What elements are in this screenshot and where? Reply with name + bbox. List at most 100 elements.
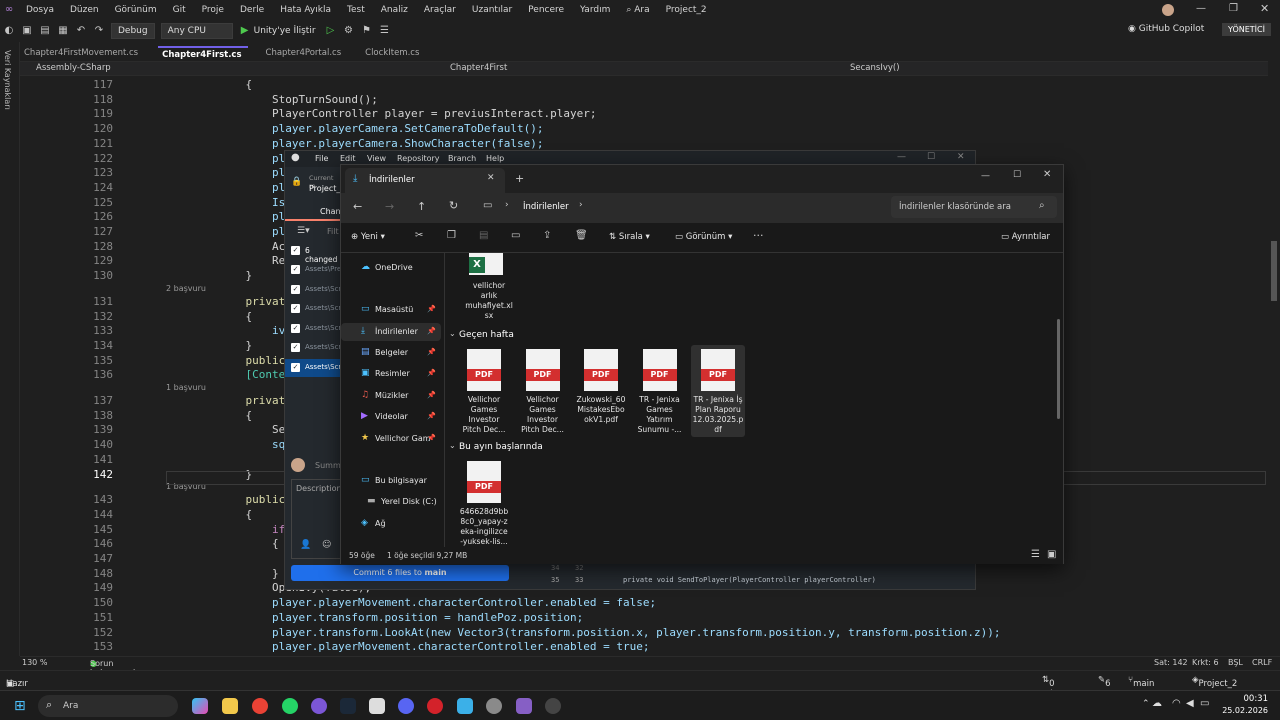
tab-clockitem[interactable]: ClockItem.cs: [361, 46, 425, 61]
undo-icon[interactable]: ↶: [74, 24, 88, 38]
sort-button[interactable]: ⇅ Sırala ▾: [609, 232, 650, 242]
code-text[interactable]: {: [166, 409, 252, 422]
repo-status[interactable]: ◈ Project_2: [1192, 675, 1237, 689]
reference-count[interactable]: 2 başvuru: [166, 284, 206, 293]
code-text[interactable]: player.transform.LookAt(new Vector3(tran…: [166, 626, 1001, 639]
tab-close-icon[interactable]: ✕: [487, 173, 495, 183]
chrome-app-icon[interactable]: [252, 698, 268, 714]
reference-count[interactable]: 1 başvuru: [166, 383, 206, 392]
back-arrow-icon[interactable]: ←: [353, 200, 362, 213]
file-checkbox[interactable]: ✓: [291, 343, 300, 352]
pin-icon[interactable]: 📌: [427, 369, 436, 377]
pin-icon[interactable]: 📌: [427, 391, 436, 399]
view-button[interactable]: ▭ Görünüm ▾: [675, 232, 732, 242]
tab-chapter4firstmovement[interactable]: Chapter4FirstMovement.cs: [20, 46, 144, 61]
config-select[interactable]: Debug: [111, 23, 155, 39]
group-last-week[interactable]: ⌄ Geçen hafta: [447, 329, 1047, 343]
discord-app-icon[interactable]: [398, 698, 414, 714]
redo-icon[interactable]: ↷: [92, 24, 106, 38]
open-icon[interactable]: ▤: [38, 24, 52, 38]
ghd-close-icon[interactable]: ✕: [957, 152, 965, 162]
clock-time[interactable]: 00:31: [1222, 694, 1269, 704]
minimize-icon[interactable]: —: [1196, 3, 1206, 14]
menu-window[interactable]: Pencere: [520, 5, 572, 15]
code-text[interactable]: }: [166, 269, 252, 282]
steam-app-icon[interactable]: [340, 698, 356, 714]
exp-close-icon[interactable]: ✕: [1043, 169, 1051, 180]
changed-file-row[interactable]: ✓ Assets\Scr: [285, 300, 341, 318]
comment-icon[interactable]: ☰: [378, 24, 392, 38]
nav-project[interactable]: Assembly-CSharp: [36, 63, 111, 73]
changed-file-row[interactable]: ✓ Assets\Scr: [285, 320, 341, 338]
menu-test[interactable]: Test: [339, 5, 373, 15]
code-text[interactable]: }: [166, 567, 279, 580]
maximize-icon[interactable]: ❐: [1229, 3, 1238, 14]
ghd-menu-view[interactable]: View: [367, 154, 386, 163]
nav-item[interactable]: ▤ Belgeler 📌: [341, 344, 441, 362]
up-arrow-icon[interactable]: ↑: [417, 200, 426, 213]
pin-icon[interactable]: 📌: [427, 412, 436, 420]
code-text[interactable]: player.transform.position = handlePoz.po…: [166, 611, 583, 624]
delete-icon[interactable]: 🗑: [575, 230, 588, 241]
code-text[interactable]: {: [166, 537, 279, 550]
changed-file-row[interactable]: ✓ Assets\Scr: [285, 358, 341, 377]
save-all-icon[interactable]: ▦: [56, 24, 70, 38]
changed-file-row[interactable]: ✓ Assets\Scr: [285, 339, 341, 357]
details-view-icon[interactable]: ☰: [1031, 549, 1040, 560]
code-text[interactable]: }: [166, 339, 252, 352]
nav-item[interactable]: ♫ Müzikler 📌: [341, 387, 441, 405]
platform-select[interactable]: Any CPU: [160, 23, 233, 39]
menu-analyze[interactable]: Analiz: [373, 5, 416, 15]
tiles-view-icon[interactable]: ▣: [1047, 549, 1056, 560]
eol-mode[interactable]: CRLF: [1252, 658, 1272, 667]
cloud-icon[interactable]: ☁: [1152, 698, 1162, 709]
select-all-checkbox[interactable]: ✓: [291, 246, 300, 255]
back-icon[interactable]: ◐: [2, 24, 16, 38]
exp-minimize-icon[interactable]: —: [981, 171, 990, 181]
pin-icon[interactable]: 📌: [427, 327, 436, 335]
code-text[interactable]: PlayerController player = previusInterac…: [166, 107, 597, 120]
emoji-icon[interactable]: ☺: [322, 540, 331, 550]
summary-input[interactable]: Summ: [315, 461, 341, 470]
rename-icon[interactable]: ▭: [511, 230, 520, 241]
opera-app-icon[interactable]: [427, 698, 443, 714]
current-repo[interactable]: 🔒 Current re Project_2: [285, 167, 345, 201]
vs-search[interactable]: ⌕ Ara: [618, 5, 657, 15]
nav-class[interactable]: Chapter4First: [450, 63, 507, 73]
ghd-menu-edit[interactable]: Edit: [340, 154, 356, 163]
more-icon[interactable]: ···: [753, 229, 764, 242]
tray-chevron-icon[interactable]: ⌃: [1142, 699, 1150, 709]
menu-git[interactable]: Git: [165, 5, 194, 15]
start-icon[interactable]: ⊞: [14, 698, 26, 714]
nav-item[interactable]: ▣ Resimler 📌: [341, 365, 441, 383]
xlsx-file[interactable]: X vellichor arlık muhafiyet.xl sx: [459, 253, 519, 323]
whitespace-mode[interactable]: BŞL: [1228, 658, 1243, 667]
menu-debug[interactable]: Hata Ayıkla: [272, 5, 339, 15]
details-button[interactable]: ▭ Ayrıntılar: [1001, 232, 1050, 242]
file-checkbox[interactable]: ✓: [291, 362, 300, 372]
nav-item[interactable]: ▬ Yerel Disk (C:): [341, 493, 441, 511]
nav-member[interactable]: SecansIvy(): [850, 63, 900, 73]
nav-item[interactable]: ☁ OneDrive: [341, 259, 441, 277]
taskbar-search[interactable]: ⌕ Ara: [38, 695, 178, 717]
forward-arrow-icon[interactable]: →: [385, 200, 394, 213]
changed-file-row[interactable]: ✓ Assets\Scr: [285, 281, 341, 299]
pin-icon[interactable]: 📌: [427, 348, 436, 356]
menu-help[interactable]: Yardım: [572, 5, 618, 15]
content-scrollbar[interactable]: [1057, 319, 1060, 419]
commit-button[interactable]: Commit 6 files to main: [291, 565, 509, 581]
volume-icon[interactable]: ◀: [1186, 698, 1194, 709]
address-field[interactable]: ▭ › İndirilenler ›: [475, 196, 883, 218]
tab-downloads[interactable]: ⤓ İndirilenler ✕: [345, 168, 505, 193]
copy-icon[interactable]: ❐: [447, 230, 456, 241]
menu-edit[interactable]: Düzen: [62, 5, 107, 15]
nav-item[interactable]: ★ Vellichor Gam 📌: [341, 430, 441, 448]
new-file-icon[interactable]: ▣: [20, 24, 34, 38]
file-checkbox[interactable]: ✓: [291, 304, 300, 313]
new-tab-icon[interactable]: +: [515, 172, 524, 185]
avatar[interactable]: [1162, 4, 1174, 16]
file-explorer-app-icon[interactable]: [222, 698, 238, 714]
data-sources-label[interactable]: Veri Kaynakları: [3, 50, 12, 110]
tab-chapter4portal[interactable]: Chapter4Portal.cs: [262, 46, 348, 61]
filter-input[interactable]: Filt: [327, 227, 339, 236]
